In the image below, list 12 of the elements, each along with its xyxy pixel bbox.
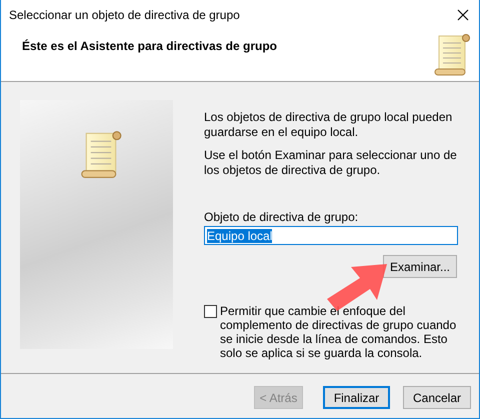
checkbox-label: Permitir que cambie el enfoque del complemento de directivas de grupo cuando se inicie desde la línea de comandos. Esto solo se aplica si se guarda la consola.: [220, 304, 458, 360]
finish-button[interactable]: Finalizar: [323, 386, 390, 409]
wizard-heading: Éste es el Asistente para directivas de grupo: [22, 39, 277, 55]
gpo-input-field[interactable]: Equipo local: [204, 226, 458, 245]
description-text: Los objetos de directiva de grupo local pueden guardarse en el equipo local.: [204, 110, 454, 140]
cancel-button[interactable]: Cancelar: [403, 386, 471, 409]
description-text: Use el botón Examinar para seleccionar uno de los objetos de directiva de grupo.: [204, 148, 458, 178]
checkbox[interactable]: [204, 305, 217, 318]
window-title: Seleccionar un objeto de directiva de grupo: [9, 8, 240, 22]
browse-button[interactable]: Examinar...: [383, 255, 457, 278]
field-label: Objeto de directiva de grupo:: [204, 210, 360, 224]
close-icon[interactable]: [457, 9, 469, 21]
